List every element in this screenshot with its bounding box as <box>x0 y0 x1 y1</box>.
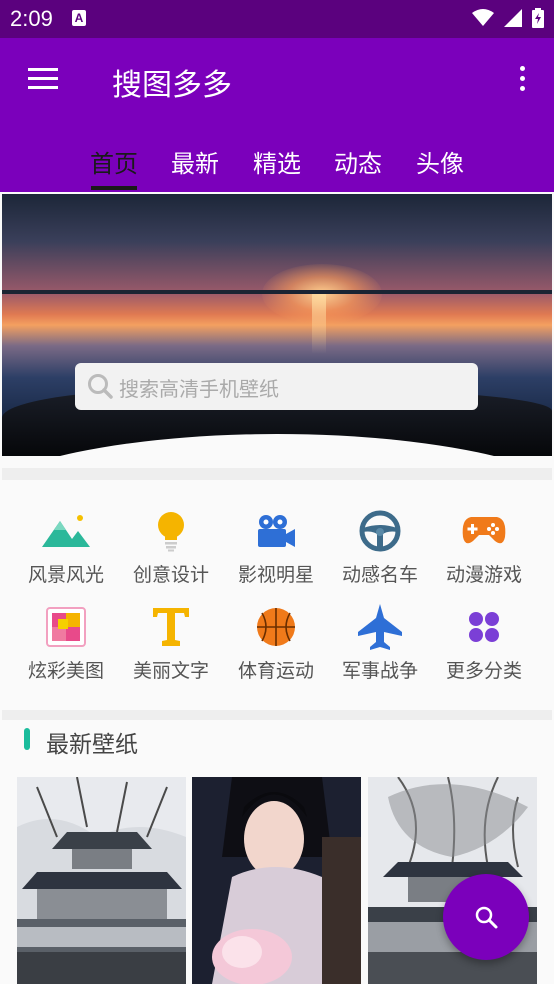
category-label: 体育运动 <box>237 660 314 682</box>
category-label: 美丽文字 <box>132 660 209 682</box>
tab-home[interactable]: 首页 <box>90 144 138 179</box>
status-time: 2:09 <box>10 6 53 31</box>
wallpaper-thumbnail[interactable] <box>17 777 186 984</box>
battery-icon <box>532 8 544 28</box>
category-label: 创意设计 <box>132 564 209 586</box>
section-title: 最新壁纸 <box>46 732 138 758</box>
category-label: 更多分类 <box>445 660 522 682</box>
video-camera-icon <box>258 515 295 547</box>
notification-app-icon: A <box>72 10 86 26</box>
divider <box>2 710 552 720</box>
search-icon <box>88 374 113 399</box>
more-options-icon[interactable] <box>520 66 528 96</box>
text-t-icon <box>153 608 189 646</box>
tab-avatar[interactable]: 头像 <box>416 144 464 179</box>
gamepad-icon <box>462 517 506 544</box>
category-anime-games[interactable]: 动漫游戏 <box>434 508 534 587</box>
wallpaper-thumbnail[interactable] <box>192 777 361 984</box>
category-label: 动漫游戏 <box>445 564 522 586</box>
lightbulb-icon <box>158 512 184 552</box>
wifi-icon <box>472 9 494 26</box>
category-label: 动感名车 <box>341 564 418 586</box>
category-scenery[interactable]: 风景风光 <box>16 508 116 587</box>
tab-featured[interactable]: 精选 <box>253 144 301 179</box>
category-label: 军事战争 <box>341 660 418 682</box>
colorful-picture-icon <box>46 607 86 647</box>
category-military[interactable]: 军事战争 <box>330 604 430 683</box>
category-more[interactable]: 更多分类 <box>434 604 534 683</box>
category-colorful[interactable]: 炫彩美图 <box>16 604 116 683</box>
banner-image[interactable] <box>2 194 552 456</box>
category-label: 风景风光 <box>27 564 104 586</box>
menu-icon[interactable] <box>28 68 58 92</box>
search-placeholder: 搜索高清手机壁纸 <box>119 377 279 401</box>
fighter-jet-icon <box>358 604 402 650</box>
mountain-icon <box>42 515 90 547</box>
category-label: 炫彩美图 <box>27 660 104 682</box>
category-creative[interactable]: 创意设计 <box>121 508 221 587</box>
category-movie-stars[interactable]: 影视明星 <box>226 508 326 587</box>
section-marker <box>24 728 30 750</box>
tab-bar: 首页 最新 精选 动态 头像 <box>0 122 554 192</box>
tab-indicator <box>91 186 137 190</box>
category-cars[interactable]: 动感名车 <box>330 508 430 587</box>
basketball-icon <box>257 608 295 646</box>
category-sports[interactable]: 体育运动 <box>226 604 326 683</box>
status-bar: 2:09 A <box>0 0 554 38</box>
tab-dynamic[interactable]: 动态 <box>334 144 382 179</box>
divider <box>2 468 552 480</box>
tab-latest[interactable]: 最新 <box>171 144 219 179</box>
search-input[interactable]: 搜索高清手机壁纸 <box>75 363 478 410</box>
four-dots-icon <box>469 612 499 642</box>
search-fab[interactable] <box>443 874 529 960</box>
wallpaper-thumbnail[interactable] <box>368 777 537 984</box>
steering-wheel-icon <box>359 510 401 552</box>
app-title: 搜图多多 <box>112 68 232 103</box>
search-icon <box>475 906 498 929</box>
signal-icon <box>504 9 522 27</box>
category-label: 影视明星 <box>237 564 314 586</box>
category-beautiful-text[interactable]: 美丽文字 <box>121 604 221 683</box>
app-bar: 搜图多多 <box>0 38 554 122</box>
